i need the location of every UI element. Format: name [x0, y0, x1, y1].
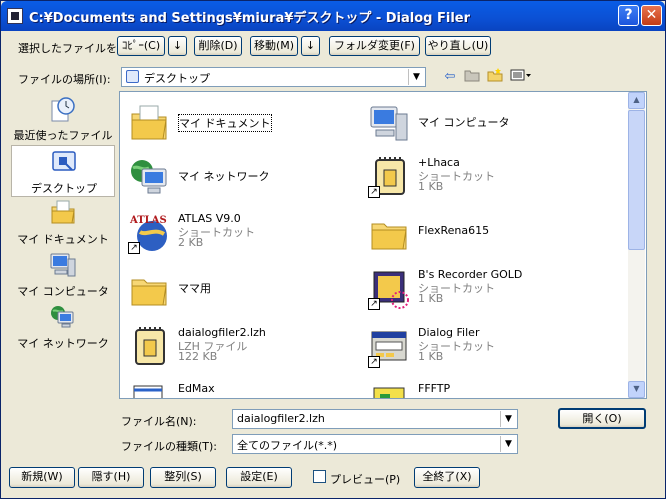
place-my-computer[interactable]: マイ コンピュータ: [11, 249, 115, 301]
place-label: デスクトップ: [31, 182, 97, 195]
file-size: 1 KB: [418, 292, 444, 305]
shortcut-arrow-icon: ↗: [128, 242, 140, 254]
move-button[interactable]: 移動(M): [250, 36, 298, 56]
preview-checkbox[interactable]: [313, 470, 326, 483]
filetype-dropdown-arrow[interactable]: ▼: [500, 436, 516, 452]
close-button[interactable]: ✕: [641, 5, 662, 26]
my-network-icon: [51, 306, 74, 328]
desktop-icon: [52, 151, 76, 171]
folder-icon: [131, 279, 167, 306]
recent-icon: [51, 97, 75, 122]
shortcut-arrow-icon: ↗: [368, 298, 380, 310]
filetype-value: 全てのファイル(*.*): [237, 439, 338, 452]
copy-dropdown-button[interactable]: ↓: [168, 36, 187, 56]
file-size: 122 KB: [178, 350, 218, 363]
file-name: ママ用: [178, 282, 211, 295]
file-name: FlexRena615: [418, 224, 490, 237]
up-folder-icon[interactable]: [463, 68, 481, 86]
list-item[interactable]: ATLAS ↗ ATLAS V9.0 ショートカット 2 KB: [124, 208, 354, 256]
list-item[interactable]: ↗ +Lhaca ショートカット 1 KB: [364, 152, 594, 200]
file-size: 1 KB: [418, 180, 444, 193]
list-item[interactable]: FFFTP: [364, 378, 594, 398]
list-item[interactable]: daialogfiler2.lzh LZH ファイル 122 KB: [124, 322, 354, 370]
change-folder-button[interactable]: フォルダ変更(F): [329, 36, 420, 56]
edmax-icon: [133, 385, 163, 398]
ffftp-icon: [373, 387, 405, 398]
filetype-label: ファイルの種類(T):: [121, 440, 218, 453]
list-item[interactable]: ↗ B's Recorder GOLD ショートカット 1 KB: [364, 264, 594, 312]
list-item[interactable]: マイ ネットワーク: [124, 152, 354, 200]
file-size: 2 KB: [178, 236, 204, 249]
window-title: C:¥Documents and Settings¥miura¥デスクトップ -…: [29, 11, 471, 26]
my-network-icon: [131, 160, 167, 194]
file-name: EdMax: [178, 382, 215, 395]
redo-button[interactable]: やり直し(U): [425, 36, 491, 56]
location-combo[interactable]: デスクトップ ▼: [121, 67, 426, 87]
help-button[interactable]: ?: [618, 5, 639, 26]
vertical-scrollbar[interactable]: ▲ ▼: [628, 92, 645, 398]
delete-button[interactable]: 削除(D): [194, 36, 242, 56]
scroll-up-button[interactable]: ▲: [628, 92, 645, 109]
file-size: 1 KB: [418, 350, 444, 363]
place-label: マイ ネットワーク: [17, 337, 109, 350]
location-value: デスクトップ: [144, 72, 210, 85]
lzh-file-icon: [135, 327, 165, 365]
places-bar: 最近使ったファイル デスクトップ マイ ドキュメント マイ コンピュータ マイ …: [11, 93, 115, 399]
move-dropdown-button[interactable]: ↓: [301, 36, 320, 56]
settings-button[interactable]: 設定(E): [226, 467, 292, 488]
my-documents-icon: [131, 105, 167, 140]
location-dropdown-arrow[interactable]: ▼: [408, 69, 424, 85]
file-name: マイ ドキュメント: [178, 114, 272, 132]
place-label: 最近使ったファイル: [13, 129, 113, 142]
filename-label: ファイル名(N):: [121, 415, 197, 428]
my-computer-icon: [370, 106, 408, 141]
my-documents-icon: [51, 200, 75, 224]
filename-dropdown-arrow[interactable]: ▼: [500, 411, 516, 427]
place-label: マイ ドキュメント: [17, 233, 109, 246]
filetype-combo[interactable]: 全てのファイル(*.*) ▼: [232, 434, 518, 454]
file-list[interactable]: マイ ドキュメント マイ コンピュータ マイ ネットワーク ↗ +Lhaca シ…: [119, 91, 647, 399]
file-name: マイ コンピュータ: [418, 116, 510, 129]
my-computer-icon: [50, 253, 76, 277]
svg-text:ATLAS: ATLAS: [129, 215, 167, 226]
shortcut-arrow-icon: ↗: [368, 186, 380, 198]
list-item[interactable]: マイ ドキュメント: [124, 98, 354, 146]
place-label: マイ コンピュータ: [17, 285, 109, 298]
list-item[interactable]: ママ用: [124, 264, 354, 312]
dialog-filer-window: C:¥Documents and Settings¥miura¥デスクトップ -…: [0, 0, 666, 499]
app-icon: [7, 8, 23, 24]
filename-value[interactable]: daialogfiler2.lzh: [237, 412, 325, 425]
open-button[interactable]: 開く(O): [558, 408, 646, 429]
view-menu-icon[interactable]: [509, 68, 533, 86]
place-desktop[interactable]: デスクトップ: [11, 145, 115, 197]
list-item[interactable]: マイ コンピュータ: [364, 98, 594, 146]
place-my-network[interactable]: マイ ネットワーク: [11, 301, 115, 353]
place-my-documents[interactable]: マイ ドキュメント: [11, 197, 115, 249]
desktop-small-icon: [126, 70, 139, 83]
selected-files-label: 選択したファイルを: [18, 42, 117, 55]
folder-icon: [371, 223, 407, 250]
preview-label[interactable]: プレビュー(P): [330, 471, 400, 487]
file-name: マイ ネットワーク: [178, 170, 270, 183]
filename-combo[interactable]: daialogfiler2.lzh ▼: [232, 409, 518, 429]
title-bar[interactable]: C:¥Documents and Settings¥miura¥デスクトップ -…: [1, 1, 665, 31]
quit-all-button[interactable]: 全終了(X): [414, 467, 480, 488]
scroll-down-button[interactable]: ▼: [628, 381, 645, 398]
new-button[interactable]: 新規(W): [9, 467, 75, 488]
place-recent[interactable]: 最近使ったファイル: [11, 93, 115, 145]
list-item[interactable]: FlexRena615: [364, 208, 594, 256]
shortcut-arrow-icon: ↗: [368, 356, 380, 368]
back-arrow-icon[interactable]: ⇦: [441, 68, 459, 86]
copy-button[interactable]: ｺﾋﾟｰ(C): [117, 36, 165, 56]
location-label: ファイルの場所(I):: [18, 73, 111, 86]
list-item[interactable]: ↗ Dialog Filer ショートカット 1 KB: [364, 322, 594, 370]
arrange-button[interactable]: 整列(S): [150, 467, 216, 488]
scroll-thumb[interactable]: [628, 110, 645, 250]
file-name: FFFTP: [418, 382, 451, 395]
hide-button[interactable]: 隠す(H): [78, 467, 144, 488]
list-item[interactable]: EdMax: [124, 378, 354, 398]
new-folder-icon[interactable]: [486, 68, 504, 86]
